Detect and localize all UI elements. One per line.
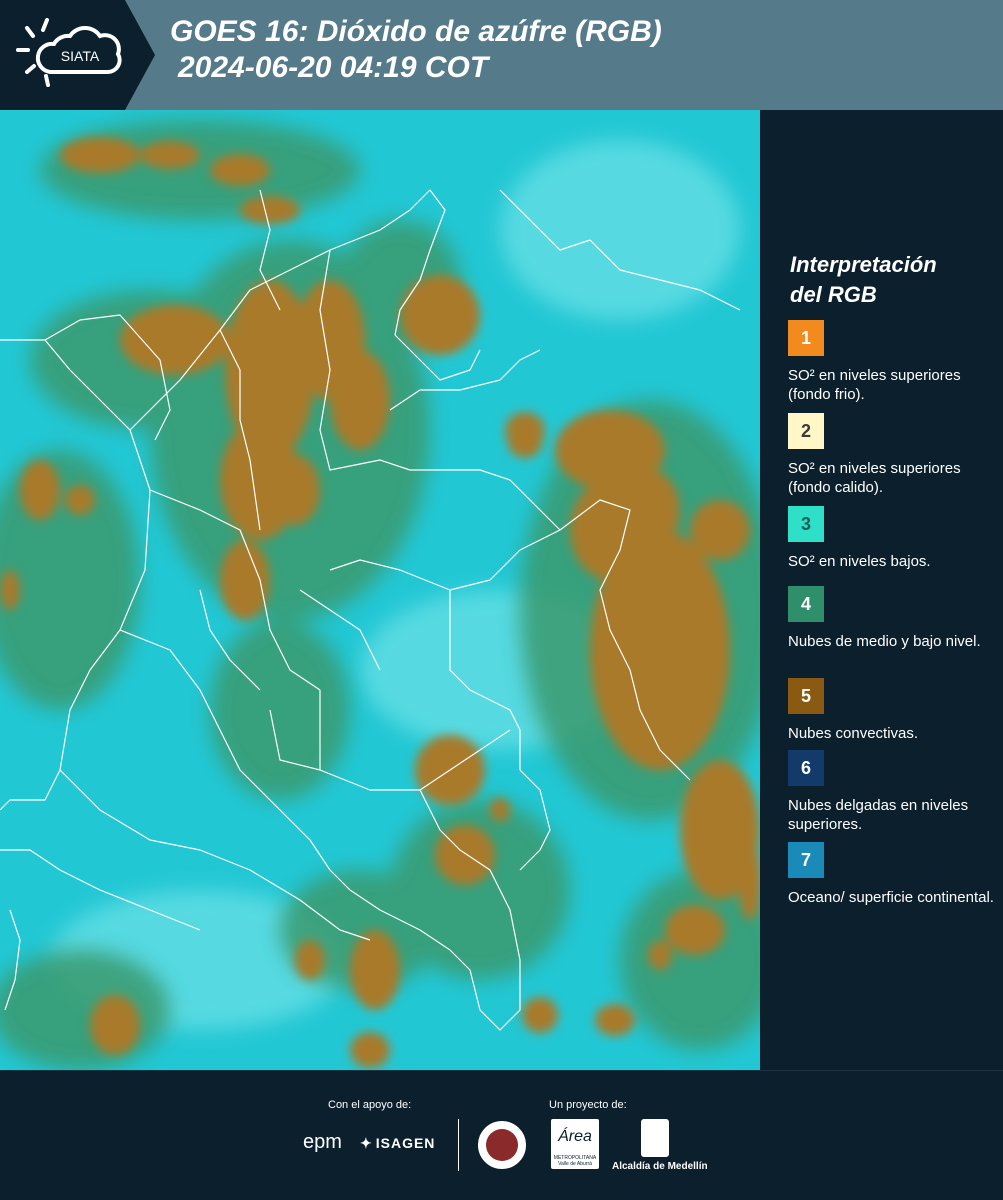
svg-text:SIATA: SIATA [61,48,100,64]
legend-text: SO² en niveles superiores (fondo calido)… [788,460,961,496]
epm-logo[interactable]: epm [303,1131,342,1154]
siata-logo[interactable]: SIATA [0,0,155,110]
legend-swatch: 1 [788,320,824,356]
satellite-map-image [0,110,760,1070]
legend-item: 2 SO² en niveles superiores (fondo calido… [788,413,998,497]
area-logo-text: Área [558,1128,592,1145]
footer-bar: Con el apoyo de: Un proyecto de: epm ✦ IS… [0,1070,1003,1200]
title-line-2: 2024-06-20 04:19 COT [178,51,489,84]
alcaldia-shield-icon[interactable] [641,1119,669,1157]
legend-panel: Interpretación del RGB 1 SO² en niveles s… [760,110,1003,1070]
header-bar: SIATA GOES 16: Dióxido de azúfre (RGB) 2… [0,0,1003,110]
siata-logo-icon: SIATA [0,0,155,110]
legend-swatch: 7 [788,842,824,878]
legend-item: 3 SO² en niveles bajos. [788,506,998,571]
footer-divider [458,1119,459,1171]
legend-swatch: 2 [788,413,824,449]
legend-item: 7 Oceano/ superficie continental. [788,842,998,907]
legend-text: Nubes delgadas en niveles superiores. [788,797,969,833]
legend-title-line-2: del RGB [790,282,877,307]
satellite-map[interactable] [0,110,760,1070]
legend-text: SO² en niveles superiores (fondo frio). [788,367,961,403]
legend-text: SO² en niveles bajos. [788,553,931,570]
legend-swatch: 6 [788,750,824,786]
legend-item: 1 SO² en niveles superiores (fondo frio). [788,320,998,404]
legend-swatch: 4 [788,586,824,622]
legend-item: 5 Nubes convectivas. [788,678,998,743]
isagen-mark-icon: ✦ [360,1135,373,1151]
area-metropolitana-logo[interactable]: Área METROPOLITANA Valle de Aburrá [551,1119,599,1169]
legend-text: Nubes de medio y bajo nivel. [788,633,981,650]
title-line-1: GOES 16: Dióxido de azúfre (RGB) [170,15,662,48]
legend-text: Oceano/ superficie continental. [788,889,994,906]
support-label: Con el apoyo de: [328,1099,412,1111]
project-label: Un proyecto de: [549,1099,627,1111]
isagen-label: ISAGEN [375,1135,436,1151]
area-logo-subtext: METROPOLITANA Valle de Aburrá [553,1155,597,1167]
legend-title: Interpretación del RGB [790,250,937,310]
legend-swatch: 5 [788,678,824,714]
legend-text: Nubes convectivas. [788,725,919,742]
isagen-logo[interactable]: ✦ ISAGEN [360,1135,435,1152]
page-title: GOES 16: Dióxido de azúfre (RGB) 2024-06… [170,14,662,86]
medellin-seal-icon[interactable] [478,1121,526,1169]
legend-title-line-1: Interpretación [790,252,937,277]
legend-item: 4 Nubes de medio y bajo nivel. [788,586,998,651]
legend-item: 6 Nubes delgadas en niveles superiores. [788,750,998,834]
legend-swatch: 3 [788,506,824,542]
alcaldia-label: Alcaldía de Medellín [612,1161,708,1172]
